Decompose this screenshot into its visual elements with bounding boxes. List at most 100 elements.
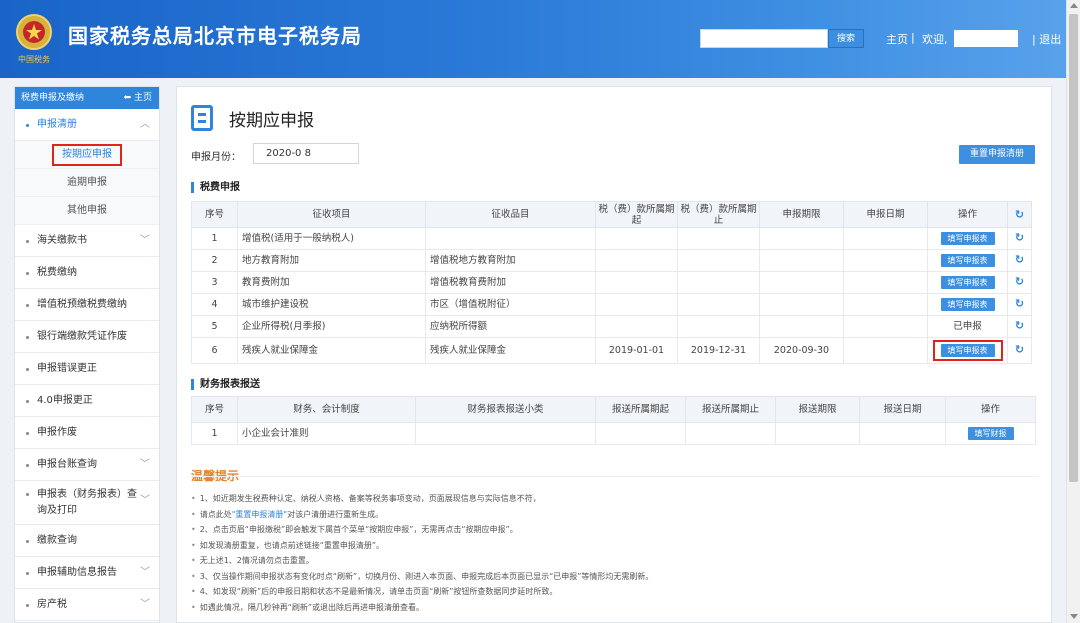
page-scrollbar[interactable] [1066, 0, 1080, 623]
chevron-down-icon[interactable]: ﹀ [140, 449, 150, 481]
chevron-down-icon[interactable]: ﹀ [140, 225, 150, 257]
action-cell: 填写申报表 [927, 271, 1008, 294]
collection-category [425, 227, 596, 250]
chevron-down-icon[interactable]: ﹀ [140, 589, 150, 621]
fill-declare-form-button[interactable]: 填写申报表 [940, 344, 995, 357]
logout-link[interactable]: | 退出 [1032, 31, 1061, 47]
refresh-glyph: ↻ [1014, 253, 1025, 266]
bullet-icon [26, 604, 29, 607]
col-header: 征收项目 [237, 201, 426, 228]
sidebar-home-label: 主页 [133, 93, 152, 103]
sidebar-subitem-other[interactable]: 其他申报 [15, 197, 159, 225]
refresh-glyph: ↻ [1014, 231, 1025, 244]
search-input[interactable] [700, 29, 828, 48]
col-header: 报送所属期止 [685, 396, 776, 423]
bullet-icon [26, 400, 29, 403]
tax-emblem-icon[interactable]: 中国税务 [14, 12, 54, 66]
sidebar-item-bank-voucher[interactable]: 银行端缴款凭证作废 [15, 321, 159, 353]
chevron-down-icon[interactable]: ﹀ [140, 493, 150, 509]
sidebar-item-payment-query[interactable]: 缴款查询 [15, 525, 159, 557]
fill-declare-form-button[interactable]: 填写申报表 [940, 231, 995, 245]
sidebar-item-customs[interactable]: 海关缴款书 ﹀ [15, 225, 159, 257]
sidebar-header: 税费申报及缴纳 ⬅ 主页 [15, 87, 159, 109]
collection-item: 教育费附加 [237, 271, 426, 294]
refresh-icon[interactable]: ↻ [1007, 337, 1032, 364]
tip-line: • 请点此处"重置申报清册"对该户清册进行重新生成。 [191, 507, 1041, 523]
refresh-icon[interactable]: ↻ [1007, 249, 1032, 272]
scroll-thumb[interactable] [1069, 14, 1078, 482]
refresh-icon[interactable]: ↻ [1007, 271, 1032, 294]
row-number: 2 [191, 249, 238, 272]
month-input[interactable]: 2020-0 8 [253, 143, 359, 164]
col-header: 操作 [945, 396, 1036, 423]
scroll-up-arrow-icon[interactable] [1070, 3, 1078, 8]
sidebar-item-label: 海关缴款书 [37, 235, 87, 246]
sidebar-subitem-overdue[interactable]: 逾期申报 [15, 169, 159, 197]
chevron-down-icon[interactable]: ﹀ [140, 557, 150, 589]
refresh-glyph: ↻ [1014, 297, 1025, 310]
period-start [595, 422, 686, 445]
row-number: 1 [191, 227, 238, 250]
col-header: 财务报表报送小类 [415, 396, 596, 423]
nav-separator: | [911, 31, 915, 44]
declare-date [843, 227, 928, 250]
fin-table-header: 序号 财务、会计制度 财务报表报送小类 报送所属期起 报送所属期止 报送期限 报… [191, 396, 1036, 423]
collection-item: 城市维护建设税 [237, 293, 426, 316]
chevron-up-icon[interactable]: ︿ [140, 109, 150, 141]
sidebar-subitem-periodic[interactable]: 按期应申报 [15, 141, 159, 169]
period-end [677, 227, 760, 250]
sidebar-item-vat-prepay[interactable]: 增值税预缴税费缴纳 [15, 289, 159, 321]
collection-category: 增值税地方教育附加 [425, 249, 596, 272]
refresh-icon[interactable]: ↻ [1007, 293, 1032, 316]
table-row: 3 教育费附加 增值税教育费附加 填写申报表 ↻ [191, 271, 1032, 294]
period-end [677, 315, 760, 338]
scroll-down-arrow-icon[interactable] [1070, 614, 1078, 619]
sidebar-item-label: 房产税 [37, 599, 67, 610]
reset-list-link[interactable]: "重置申报清册" [232, 510, 287, 519]
refresh-icon[interactable]: ↻ [1007, 227, 1032, 250]
action-cell: 填写申报表 [927, 249, 1008, 272]
fill-financial-report-button[interactable]: 填写财报 [967, 426, 1014, 440]
deadline [759, 271, 844, 294]
sidebar-item-error-correct[interactable]: 申报错误更正 [15, 353, 159, 385]
sidebar-item-correct-40[interactable]: 4.0申报更正 [15, 385, 159, 417]
bullet-icon: • [191, 571, 196, 581]
sidebar-item-label: 申报作废 [37, 427, 77, 438]
home-link[interactable]: 主页 [886, 31, 908, 47]
bullet-icon [26, 464, 29, 467]
sidebar-item-declare-list[interactable]: 申报清册 ︿ [15, 109, 159, 141]
user-name-box [954, 30, 1018, 47]
sidebar-home-link[interactable]: ⬅ 主页 [124, 87, 152, 109]
refresh-all-icon[interactable]: ↻ [1007, 201, 1032, 228]
top-header: 中国税务 国家税务总局北京市电子税务局 搜索 主页 | 欢迎, | 退出 [0, 0, 1080, 78]
tip-text: 如发现清册重复，也请点前述链接“重置申报清册”。 [199, 540, 385, 550]
site-title[interactable]: 国家税务总局北京市电子税务局 [68, 20, 362, 49]
tax-table-header: 序号 征收项目 征收品目 税（费）款所属期起 税（费）款所属期止 申报期限 申报… [191, 201, 1032, 228]
submit-date [859, 422, 946, 445]
welcome-text: 欢迎, [922, 33, 948, 46]
bullet-icon [26, 493, 29, 496]
sidebar-item-ledger[interactable]: 申报台账查询 ﹀ [15, 449, 159, 481]
deadline [759, 293, 844, 316]
fill-declare-form-button[interactable]: 填写申报表 [940, 297, 995, 311]
sidebar-item-void[interactable]: 申报作废 [15, 417, 159, 449]
col-header: 财务、会计制度 [237, 396, 416, 423]
sidebar-item-property-tax[interactable]: 房产税 ﹀ [15, 589, 159, 621]
fill-declare-form-button[interactable]: 填写申报表 [940, 275, 995, 289]
refresh-icon[interactable]: ↻ [1007, 315, 1032, 338]
action-cell: 填写申报表 [927, 227, 1008, 250]
sidebar-item-tax-payment[interactable]: 税费缴纳 [15, 257, 159, 289]
reset-declare-list-button[interactable]: 重置申报清册 [959, 145, 1035, 164]
search-button[interactable]: 搜索 [828, 29, 864, 48]
fill-declare-form-button[interactable]: 填写申报表 [940, 253, 995, 267]
bullet-icon [26, 124, 29, 127]
tax-declare-table: 序号 征收项目 征收品目 税（费）款所属期起 税（费）款所属期止 申报期限 申报… [191, 201, 1032, 364]
sidebar-item-report-print[interactable]: 申报表（财务报表）查询及打印 ﹀ [15, 481, 159, 525]
tip-line: • 无上述1、2情况请勿点击重置。 [191, 553, 1041, 569]
table-row: 5 企业所得税(月季报) 应纳税所得额 已申报 ↻ [191, 315, 1032, 338]
bullet-icon [26, 240, 29, 243]
period-start: 2019-01-01 [595, 337, 678, 364]
declare-date [843, 249, 928, 272]
col-header: 申报日期 [843, 201, 928, 228]
sidebar-item-aux-info[interactable]: 申报辅助信息报告 ﹀ [15, 557, 159, 589]
